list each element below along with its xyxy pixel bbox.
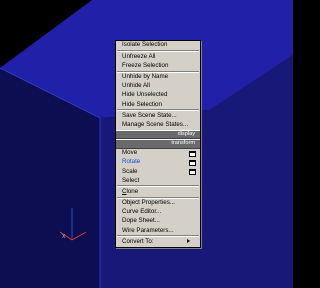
section-header-label: display	[177, 130, 195, 137]
menu-item-label: Freeze Selection	[122, 61, 169, 69]
menu-item-label: Object Properties...	[122, 199, 175, 207]
settings-icon[interactable]	[189, 159, 196, 166]
menu-item-freeze-selection[interactable]: Freeze Selection	[116, 61, 200, 70]
menu-item-hide-unselected[interactable]: Hide Unselected	[116, 91, 200, 100]
menu-item-label: Rotate	[122, 158, 141, 166]
menu-item-label: Move	[122, 149, 138, 157]
arrow-right-icon	[187, 239, 190, 244]
menu-item-label: Unfreeze All	[122, 52, 156, 60]
menu-item-unhide-all[interactable]: Unhide All	[116, 82, 200, 91]
display-section-header: display	[116, 129, 200, 140]
menu-item-label: Curve Editor...	[122, 208, 162, 216]
menu-item-curve-editor[interactable]: Curve Editor...	[116, 208, 200, 217]
menu-item-isolate-selection[interactable]: Isolate Selection	[116, 41, 200, 50]
menu-item-hide-selection[interactable]: Hide Selection	[116, 100, 200, 109]
settings-icon[interactable]	[189, 150, 196, 157]
menu-item-convert-to[interactable]: Convert To:	[116, 237, 200, 246]
menu-item-save-scene-state[interactable]: Save Scene State...	[116, 111, 200, 120]
menu-item-object-properties[interactable]: Object Properties...	[116, 199, 200, 208]
menu-item-label: Unhide All	[122, 82, 150, 90]
menu-item-unhide-by-name[interactable]: Unhide by Name	[116, 73, 200, 82]
menu-item-label: Hide Unselected	[122, 91, 168, 99]
menu-item-rotate[interactable]: Rotate	[116, 158, 200, 167]
menu-item-label: Wire Parameters...	[122, 226, 174, 234]
menu-item-select[interactable]: Select	[116, 176, 200, 185]
section-header-label: transform	[171, 140, 195, 147]
menu-item-unfreeze-all[interactable]: Unfreeze All	[116, 52, 200, 61]
menu-item-label: Dope Sheet...	[122, 217, 160, 225]
menu-item-label: Manage Scene States...	[122, 120, 189, 128]
menu-item-label: Save Scene State...	[122, 111, 177, 119]
menu-item-manage-scene-states[interactable]: Manage Scene States...	[116, 121, 200, 130]
menu-item-label: Scale	[122, 167, 138, 175]
menu-item-label: Convert To:	[122, 237, 154, 245]
transform-quadrant: transform Move Rotate Scale Select Clone…	[116, 139, 200, 246]
menu-item-clone[interactable]: Clone	[116, 187, 200, 196]
menu-item-scale[interactable]: Scale	[116, 167, 200, 176]
menu-item-dope-sheet[interactable]: Dope Sheet...	[116, 217, 200, 226]
menu-item-label: Hide Selection	[122, 100, 162, 108]
menu-item-label: Select	[122, 176, 140, 184]
transform-section-header: transform	[116, 139, 200, 149]
menu-item-move[interactable]: Move	[116, 149, 200, 158]
quad-menu[interactable]: Isolate Selection Unfreeze All Freeze Se…	[115, 40, 201, 248]
menu-item-label: Isolate Selection	[122, 41, 168, 49]
menu-item-label: Unhide by Name	[122, 73, 169, 81]
display-quadrant: Isolate Selection Unfreeze All Freeze Se…	[116, 41, 200, 140]
menu-item-label: lone	[126, 187, 139, 195]
menu-item-wire-parameters[interactable]: Wire Parameters...	[116, 226, 200, 235]
settings-icon[interactable]	[189, 169, 196, 176]
viewport[interactable]: X Isolate Selection Unfreeze All Freeze …	[0, 0, 293, 288]
